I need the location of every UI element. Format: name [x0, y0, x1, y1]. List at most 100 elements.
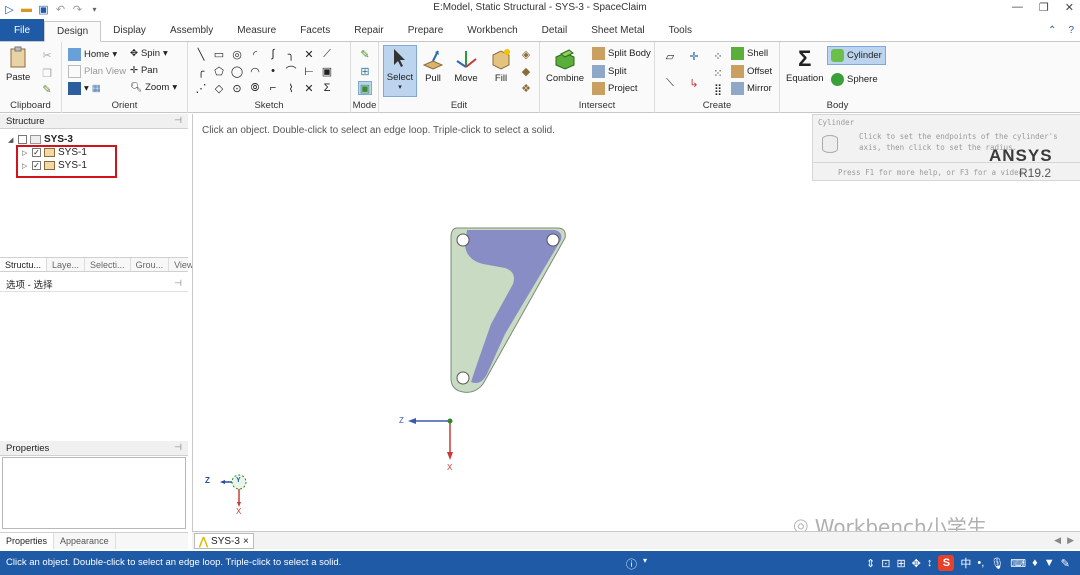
scroll-right-icon[interactable]: ▶ — [1067, 535, 1074, 546]
line-create-icon[interactable]: ⟍ — [663, 76, 677, 90]
move-button[interactable]: Move — [454, 47, 478, 84]
wrench-icon[interactable]: ✎ — [1061, 557, 1070, 570]
sketch-mode-icon[interactable]: ✎ — [358, 47, 372, 61]
shirt-icon[interactable]: ▼ — [1044, 557, 1055, 569]
pan-status-icon[interactable]: ↕ — [927, 557, 933, 569]
split-button[interactable]: Split — [592, 65, 626, 78]
sweep-arc-icon[interactable]: ◠ — [248, 64, 262, 78]
select-button[interactable]: Select ▾ — [383, 45, 417, 97]
corner-icon[interactable]: ⌐ — [266, 81, 280, 95]
axis-icon[interactable]: ✛ — [687, 49, 701, 63]
offset-button[interactable]: Offset — [731, 65, 772, 78]
close-tab-button[interactable]: × — [243, 536, 249, 547]
keyboard-icon[interactable]: ⌨ — [1010, 557, 1026, 570]
three-point-rect-icon[interactable]: ◇ — [212, 81, 226, 95]
construction-line-icon[interactable]: ⋰ — [194, 81, 208, 95]
zoom-button[interactable]: 🔍︎ Zoom ▾ — [130, 82, 177, 93]
split-body-button[interactable]: Split Body — [592, 47, 651, 60]
three-point-circle-icon[interactable]: ⦾ — [248, 81, 262, 95]
pull-button[interactable]: Pull — [421, 47, 445, 84]
section-mode-icon[interactable]: ⊞ — [358, 64, 372, 78]
copy-icon[interactable]: ❐ — [40, 66, 54, 80]
view-cube-button[interactable]: ▾ ▦ — [68, 82, 101, 95]
selection-filter-icon[interactable]: ⇕ — [866, 557, 875, 570]
equation-button[interactable]: Σ Equation — [786, 47, 824, 85]
doc-tab-sys-3[interactable]: ⋀ SYS-3 × — [194, 533, 254, 549]
blend-icon[interactable]: ◆ — [519, 64, 533, 78]
spin-button[interactable]: ✥ Spin ▾ — [130, 48, 168, 59]
point-create-icon[interactable]: ⁘ — [711, 49, 725, 63]
mirror-button[interactable]: Mirror — [731, 82, 772, 95]
tab-groups[interactable]: Grou... — [131, 258, 170, 271]
redo-icon[interactable]: ↷ — [71, 3, 84, 16]
circle-icon[interactable]: ◎ — [230, 47, 244, 61]
tab-measure[interactable]: Measure — [225, 20, 288, 41]
tab-file[interactable]: File — [0, 19, 44, 41]
tab-assembly[interactable]: Assembly — [158, 20, 225, 41]
shell-button[interactable]: Shell — [731, 47, 768, 60]
open-icon[interactable]: ▬ — [20, 3, 33, 16]
polygon-icon[interactable]: ⬠ — [212, 64, 226, 78]
combine-button[interactable]: Combine — [546, 47, 584, 84]
tab-detail[interactable]: Detail — [530, 20, 580, 41]
tab-sheet-metal[interactable]: Sheet Metal — [579, 20, 656, 41]
plan-view-button[interactable]: Plan View — [68, 65, 126, 78]
punctuation-icon[interactable]: •, — [977, 557, 984, 569]
tab-design[interactable]: Design — [44, 21, 102, 42]
3d-mode-icon[interactable]: ▣ — [358, 81, 372, 95]
maximize-button[interactable]: ❐ — [1039, 1, 1049, 14]
project-curve-icon[interactable]: ▣ — [320, 64, 334, 78]
tab-structure[interactable]: Structu... — [0, 258, 48, 271]
format-painter-icon[interactable]: ✎ — [40, 82, 54, 96]
mounting-hole[interactable] — [546, 233, 560, 247]
minimize-button[interactable]: — — [1012, 1, 1023, 14]
cut-icon[interactable]: ✂ — [40, 48, 54, 62]
pin-icon[interactable]: ⊣ — [174, 115, 182, 126]
line-icon[interactable]: ╲ — [194, 47, 208, 61]
three-point-arc-icon[interactable]: ⌒ — [284, 64, 298, 78]
tab-properties[interactable]: Properties — [0, 533, 55, 549]
collapse-ribbon-icon[interactable]: ⌃ — [1048, 25, 1056, 36]
tab-appearance[interactable]: Appearance — [54, 533, 116, 549]
mounting-hole[interactable] — [456, 371, 470, 385]
tab-display[interactable]: Display — [101, 20, 158, 41]
trim-icon[interactable]: ✕ — [302, 47, 316, 61]
model-geometry[interactable] — [443, 224, 573, 394]
tangent-line-icon[interactable]: ╭ — [194, 64, 208, 78]
rectangle-icon[interactable]: ▭ — [212, 47, 226, 61]
tweak-face-icon[interactable]: ◈ — [519, 47, 533, 61]
offset-curve-icon[interactable]: ⟋ — [320, 47, 334, 61]
tab-prepare[interactable]: Prepare — [396, 20, 456, 41]
grid-pattern-icon[interactable]: ⣿ — [711, 82, 725, 96]
slot-icon[interactable]: ⊙ — [230, 81, 244, 95]
point-icon[interactable]: • — [266, 64, 280, 78]
fill-button[interactable]: Fill — [489, 47, 513, 84]
tab-workbench[interactable]: Workbench — [455, 20, 529, 41]
sogou-ime-icon[interactable]: S — [938, 555, 955, 571]
equation-sketch-icon[interactable]: Σ — [320, 81, 334, 95]
project-button[interactable]: Project — [592, 82, 638, 95]
tab-tools[interactable]: Tools — [657, 20, 704, 41]
pin-icon[interactable]: ⊣ — [174, 442, 182, 453]
fillet-icon[interactable]: ✕ — [302, 81, 316, 95]
tab-facets[interactable]: Facets — [288, 20, 342, 41]
tab-repair[interactable]: Repair — [342, 20, 395, 41]
ime-mode-label[interactable]: 中 — [960, 555, 971, 571]
app-logo-icon[interactable]: ▷ — [3, 3, 16, 16]
linear-pattern-icon[interactable]: ⁙ — [711, 66, 725, 80]
replace-icon[interactable]: ❖ — [519, 81, 533, 95]
close-button[interactable]: ✕ — [1065, 1, 1074, 14]
undo-icon[interactable]: ↶ — [54, 3, 67, 16]
home-button[interactable]: Home ▾ — [68, 48, 117, 61]
root-visibility-checkbox[interactable] — [18, 135, 27, 144]
pin-icon[interactable]: ⊣ — [174, 278, 182, 289]
origin-icon[interactable]: ↳ — [687, 76, 701, 90]
tab-selection[interactable]: Selecti... — [85, 258, 131, 271]
split-line-icon[interactable]: ⊢ — [302, 64, 316, 78]
cylinder-button[interactable]: Cylinder — [827, 46, 886, 65]
tab-layers[interactable]: Laye... — [47, 258, 86, 271]
help-icon[interactable]: ? — [1068, 25, 1074, 36]
pan-button[interactable]: ✛ Pan — [130, 65, 158, 76]
tangent-arc-icon[interactable]: ╮ — [284, 47, 298, 61]
zoom-extents-icon[interactable]: ⊞ — [896, 557, 905, 570]
